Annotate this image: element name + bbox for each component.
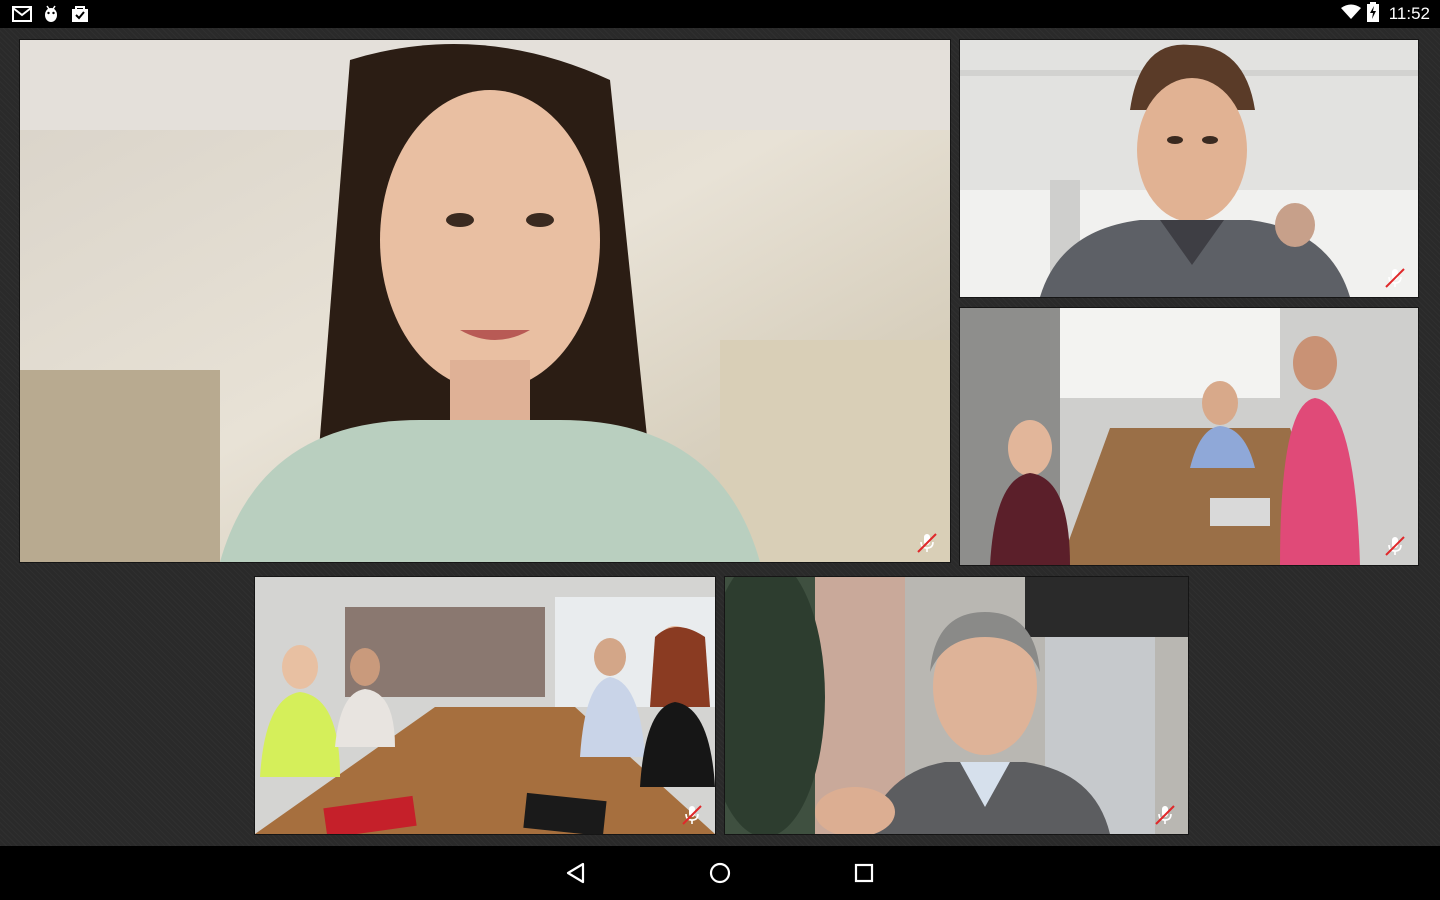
video-tile-4[interactable] bbox=[255, 577, 715, 834]
participant-video bbox=[725, 577, 1188, 834]
video-tile-active-speaker[interactable] bbox=[20, 40, 950, 562]
participant-video bbox=[255, 577, 715, 834]
home-icon[interactable] bbox=[706, 859, 734, 887]
wifi-icon bbox=[1340, 4, 1361, 25]
muted-mic-icon bbox=[1384, 267, 1406, 289]
store-bag-icon bbox=[70, 4, 90, 29]
battery-charging-icon bbox=[1366, 1, 1379, 27]
status-bar: 11:52 bbox=[0, 0, 1440, 28]
participant-video bbox=[960, 40, 1418, 297]
muted-mic-icon bbox=[1384, 535, 1406, 557]
video-tile-5[interactable] bbox=[725, 577, 1188, 834]
muted-mic-icon bbox=[1154, 804, 1176, 826]
participant-video bbox=[960, 308, 1418, 565]
gmail-icon bbox=[12, 4, 32, 29]
navigation-bar bbox=[0, 846, 1440, 900]
recents-icon[interactable] bbox=[850, 859, 878, 887]
video-stage bbox=[0, 28, 1440, 846]
back-icon[interactable] bbox=[562, 859, 590, 887]
participant-video bbox=[20, 40, 950, 562]
video-tile-2[interactable] bbox=[960, 40, 1418, 297]
clock: 11:52 bbox=[1388, 4, 1430, 23]
video-tile-3[interactable] bbox=[960, 308, 1418, 565]
android-debug-icon bbox=[42, 4, 60, 29]
muted-mic-icon bbox=[681, 804, 703, 826]
muted-mic-icon bbox=[916, 532, 938, 554]
